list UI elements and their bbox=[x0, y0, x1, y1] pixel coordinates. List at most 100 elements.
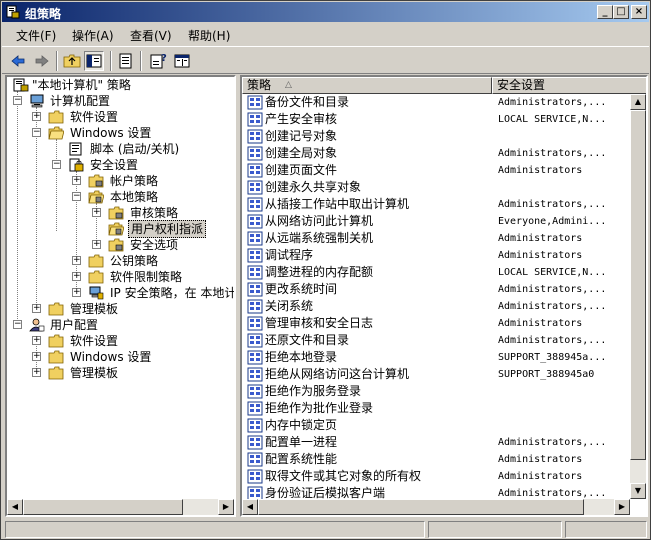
policy-row[interactable]: 更改系统时间 Administrators,... bbox=[242, 281, 630, 298]
policy-row[interactable]: 备份文件和目录 Administrators,... bbox=[242, 94, 630, 111]
details-list[interactable]: 策略 △ 安全设置 备份文件和目录 Administrators,... 产生安全审… bbox=[240, 75, 648, 517]
scroll-right-button[interactable]: ▶ bbox=[614, 499, 630, 515]
expand-icon[interactable]: + bbox=[72, 272, 81, 281]
policy-setting-icon bbox=[247, 333, 263, 348]
policy-row[interactable]: 拒绝本地登录 SUPPORT_388945a... bbox=[242, 349, 630, 366]
policy-row[interactable]: 创建页面文件 Administrators bbox=[242, 162, 630, 179]
tree-label: 用户配置 bbox=[50, 318, 99, 332]
policy-row[interactable]: 从网络访问此计算机 Everyone,Admini... bbox=[242, 213, 630, 230]
policy-setting-value: Administrators,... bbox=[498, 335, 607, 346]
toolbar-separator bbox=[56, 51, 58, 71]
tree-node-ip-security[interactable]: + IP 安全策略，在 本地计 bbox=[7, 285, 234, 301]
back-arrow-icon[interactable] bbox=[8, 51, 28, 71]
help-icon[interactable]: ? bbox=[148, 51, 168, 71]
policy-row[interactable]: 配置单一进程 Administrators,... bbox=[242, 434, 630, 451]
minimize-button[interactable]: _ bbox=[597, 5, 613, 19]
policy-row[interactable]: 创建永久共享对象 bbox=[242, 179, 630, 196]
horizontal-scroll-thumb[interactable] bbox=[258, 499, 584, 515]
policy-row[interactable]: 还原文件和目录 Administrators,... bbox=[242, 332, 630, 349]
console-tree[interactable]: "本地计算机" 策略 − 计算机配置 + 软件设置 − Windows 设置 脚… bbox=[5, 75, 236, 517]
menu-file[interactable]: 文件(F) bbox=[16, 27, 56, 44]
tree-node-user-software-settings[interactable]: + 软件设置 bbox=[7, 333, 234, 349]
tree-node-software-settings[interactable]: + 软件设置 bbox=[7, 109, 234, 125]
policy-name: 更改系统时间 bbox=[265, 282, 338, 296]
expand-icon[interactable]: + bbox=[32, 336, 41, 345]
policy-row[interactable]: 产生安全审核 LOCAL SERVICE,N... bbox=[242, 111, 630, 128]
forward-arrow-icon[interactable] bbox=[32, 51, 52, 71]
expand-icon[interactable]: + bbox=[92, 240, 101, 249]
menu-action[interactable]: 操作(A) bbox=[72, 27, 114, 44]
column-header-setting[interactable]: 安全设置 bbox=[492, 77, 646, 94]
policy-row[interactable]: 关闭系统 Administrators,... bbox=[242, 298, 630, 315]
policy-row[interactable]: 配置系统性能 Administrators bbox=[242, 451, 630, 468]
up-folder-icon[interactable] bbox=[62, 51, 82, 71]
policy-setting-value: Administrators,... bbox=[498, 284, 607, 295]
scroll-right-button[interactable]: ▶ bbox=[218, 499, 234, 515]
horizontal-scroll-thumb[interactable] bbox=[23, 499, 183, 515]
tree-node-audit-policy[interactable]: + 审核策略 bbox=[7, 205, 234, 221]
policy-row[interactable]: 创建记号对象 bbox=[242, 128, 630, 145]
policy-row[interactable]: 取得文件或其它对象的所有权 Administrators bbox=[242, 468, 630, 485]
column-header-policy[interactable]: 策略 △ bbox=[242, 77, 492, 94]
policy-row[interactable]: 管理审核和安全日志 Administrators bbox=[242, 315, 630, 332]
policy-row[interactable]: 内存中锁定页 bbox=[242, 417, 630, 434]
close-button[interactable]: × bbox=[631, 5, 647, 19]
tree-node-windows-settings[interactable]: − Windows 设置 bbox=[7, 125, 234, 141]
policy-setting-icon bbox=[247, 163, 263, 178]
policy-row[interactable]: 拒绝从网络访问这台计算机 SUPPORT_388945a0 bbox=[242, 366, 630, 383]
scroll-up-button[interactable]: ▲ bbox=[630, 94, 646, 110]
tree-label: "本地计算机" 策略 bbox=[32, 78, 131, 92]
collapse-icon[interactable]: − bbox=[52, 160, 61, 169]
properties-icon[interactable] bbox=[172, 51, 192, 71]
tree-node-security-settings[interactable]: − 安全设置 bbox=[7, 157, 234, 173]
scroll-left-button[interactable]: ◀ bbox=[7, 499, 23, 515]
collapse-icon[interactable]: − bbox=[32, 128, 41, 137]
tree-node-public-key[interactable]: + 公钥策略 bbox=[7, 253, 234, 269]
expand-icon[interactable]: + bbox=[32, 112, 41, 121]
tree-node-account-policies[interactable]: + 帐户策略 bbox=[7, 173, 234, 189]
tree-node-user-admin-templates[interactable]: + 管理模板 bbox=[7, 365, 234, 381]
status-panel bbox=[565, 521, 647, 538]
tree-node-root[interactable]: "本地计算机" 策略 bbox=[7, 77, 234, 93]
expand-icon[interactable]: + bbox=[72, 176, 81, 185]
policy-row[interactable]: 拒绝作为服务登录 bbox=[242, 383, 630, 400]
tree-node-user-windows-settings[interactable]: + Windows 设置 bbox=[7, 349, 234, 365]
policy-row[interactable]: 从远端系统强制关机 Administrators bbox=[242, 230, 630, 247]
tree-node-admin-templates[interactable]: + 管理模板 bbox=[7, 301, 234, 317]
expand-icon[interactable]: + bbox=[32, 368, 41, 377]
tree-node-computer-config[interactable]: − 计算机配置 bbox=[7, 93, 234, 109]
expand-icon[interactable]: + bbox=[92, 208, 101, 217]
collapse-icon[interactable]: − bbox=[72, 192, 81, 201]
tree-node-security-options[interactable]: + 安全选项 bbox=[7, 237, 234, 253]
tree-node-user-config[interactable]: − 用户配置 bbox=[7, 317, 234, 333]
policy-setting-value: Administrators,... bbox=[498, 148, 607, 159]
scroll-left-button[interactable]: ◀ bbox=[242, 499, 258, 515]
tree-label: 计算机配置 bbox=[50, 94, 111, 108]
policy-name: 创建永久共享对象 bbox=[265, 180, 362, 194]
expand-icon[interactable]: + bbox=[32, 352, 41, 361]
show-hide-tree-button[interactable] bbox=[84, 51, 104, 71]
scroll-down-button[interactable]: ▼ bbox=[630, 483, 646, 499]
title-bar[interactable]: 组策略 _ □ × bbox=[2, 2, 649, 22]
policy-row[interactable]: 从插接工作站中取出计算机 Administrators,... bbox=[242, 196, 630, 213]
expand-icon[interactable]: + bbox=[72, 288, 81, 297]
tree-node-scripts[interactable]: 脚本 (启动/关机) bbox=[7, 141, 234, 157]
menu-view[interactable]: 查看(V) bbox=[130, 27, 172, 44]
tree-node-local-policies[interactable]: − 本地策略 bbox=[7, 189, 234, 205]
export-list-icon[interactable] bbox=[116, 51, 136, 71]
collapse-icon[interactable]: − bbox=[13, 320, 22, 329]
tree-label: 本地策略 bbox=[110, 190, 159, 204]
tree-node-software-restriction[interactable]: + 软件限制策略 bbox=[7, 269, 234, 285]
menu-help[interactable]: 帮助(H) bbox=[188, 27, 230, 44]
policy-row[interactable]: 拒绝作为批作业登录 bbox=[242, 400, 630, 417]
collapse-icon[interactable]: − bbox=[13, 96, 22, 105]
policy-row[interactable]: 调试程序 Administrators bbox=[242, 247, 630, 264]
policy-row[interactable]: 调整进程的内存配额 LOCAL SERVICE,N... bbox=[242, 264, 630, 281]
policy-name: 关闭系统 bbox=[265, 299, 314, 313]
vertical-scroll-thumb[interactable] bbox=[630, 110, 646, 460]
tree-node-user-rights[interactable]: 用户权利指派 bbox=[7, 220, 234, 238]
expand-icon[interactable]: + bbox=[72, 256, 81, 265]
policy-row[interactable]: 创建全局对象 Administrators,... bbox=[242, 145, 630, 162]
maximize-button[interactable]: □ bbox=[613, 5, 629, 19]
expand-icon[interactable]: + bbox=[32, 304, 41, 313]
